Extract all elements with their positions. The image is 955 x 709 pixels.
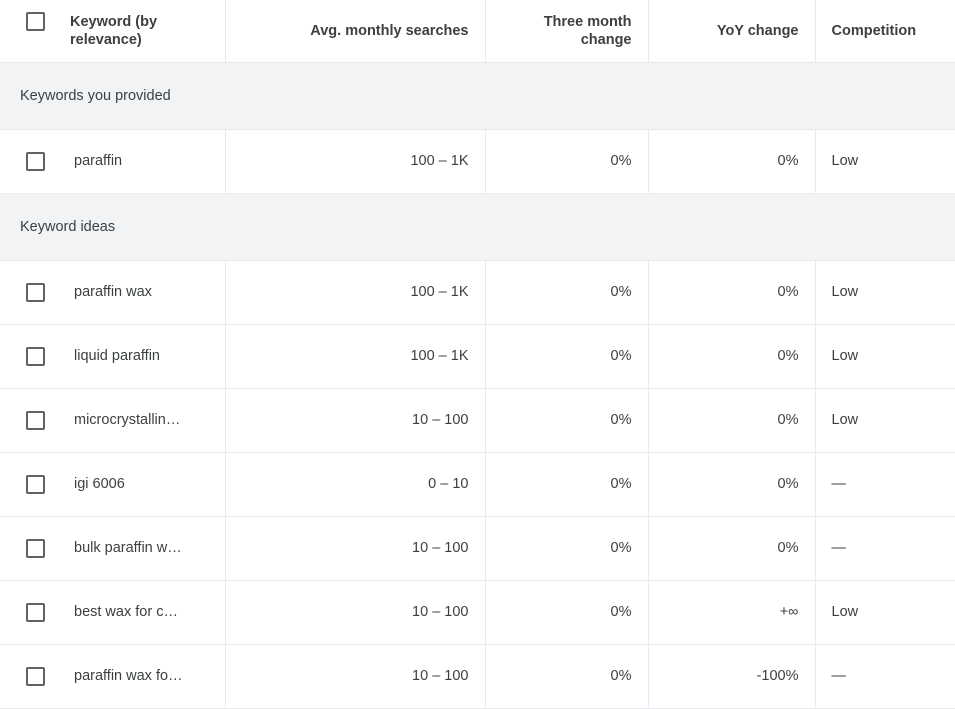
row-checkbox-cell[interactable] [0, 151, 70, 171]
keyword-label[interactable]: bulk paraffin w… [70, 540, 182, 556]
table-cell-yoy-change: +∞ [648, 580, 816, 645]
table-cell-avg-monthly-searches: 10 – 100 [225, 388, 486, 453]
table-cell-yoy-change: 0% [648, 324, 816, 389]
table-cell-keyword[interactable]: paraffin wax fo… [0, 644, 226, 709]
table-cell-competition: Low [815, 580, 955, 645]
row-checkbox-cell[interactable] [0, 282, 70, 302]
row-checkbox[interactable] [25, 474, 45, 494]
row-checkbox[interactable] [25, 410, 45, 430]
table-cell-keyword[interactable]: microcrystallin… [0, 388, 226, 453]
table-cell-avg-monthly-searches: 10 – 100 [225, 580, 486, 645]
table-row[interactable]: microcrystallin… 10 – 100 0% 0% Low [0, 388, 955, 453]
column-header-avg-monthly-searches[interactable]: Avg. monthly searches [225, 0, 486, 63]
column-header-keyword[interactable]: Keyword (by relevance) [0, 0, 226, 63]
table-cell-yoy-change: -100% [648, 644, 816, 709]
row-checkbox[interactable] [25, 602, 45, 622]
table-cell-competition: — [815, 516, 955, 581]
table-cell-avg-monthly-searches: 10 – 100 [225, 516, 486, 581]
table-cell-avg-monthly-searches: 0 – 10 [225, 452, 486, 517]
row-checkbox-cell[interactable] [0, 538, 70, 558]
table-cell-yoy-change: 0% [648, 260, 816, 325]
table-cell-yoy-change: 0% [648, 129, 816, 194]
row-checkbox-cell[interactable] [0, 346, 70, 366]
table-section-header-row: Keyword ideas [0, 193, 955, 261]
keyword-label[interactable]: microcrystallin… [70, 412, 180, 428]
table-cell-yoy-change: 0% [648, 452, 816, 517]
table-cell-three-month-change: 0% [485, 388, 649, 453]
table-cell-avg-monthly-searches: 100 – 1K [225, 260, 486, 325]
table-cell-three-month-change: 0% [485, 516, 649, 581]
table-row[interactable]: paraffin 100 – 1K 0% 0% Low [0, 129, 955, 194]
table-row[interactable]: paraffin wax fo… 10 – 100 0% -100% — [0, 644, 955, 709]
select-all-checkbox-cell[interactable] [0, 12, 70, 32]
table-cell-keyword[interactable]: liquid paraffin [0, 324, 226, 389]
table-cell-competition: Low [815, 129, 955, 194]
row-checkbox[interactable] [25, 346, 45, 366]
row-checkbox-cell[interactable] [0, 474, 70, 494]
row-checkbox[interactable] [25, 282, 45, 302]
table-row[interactable]: igi 6006 0 – 10 0% 0% — [0, 452, 955, 517]
table-cell-competition: Low [815, 260, 955, 325]
table-cell-competition: Low [815, 388, 955, 453]
table-cell-keyword[interactable]: igi 6006 [0, 452, 226, 517]
table-body: Keywords you provided paraffin 100 – 1K 0% 0… [0, 62, 955, 709]
keyword-label[interactable]: paraffin wax [70, 284, 152, 300]
table-cell-yoy-change: 0% [648, 516, 816, 581]
table-row[interactable]: bulk paraffin w… 10 – 100 0% 0% — [0, 516, 955, 581]
row-checkbox[interactable] [25, 151, 45, 171]
table-cell-competition: Low [815, 324, 955, 389]
keyword-label[interactable]: paraffin wax fo… [70, 668, 183, 684]
column-header-yoy-change-label: YoY change [716, 22, 799, 39]
table-section-header-row: Keywords you provided [0, 62, 955, 130]
row-checkbox-cell[interactable] [0, 602, 70, 622]
column-header-keyword-label: Keyword (by relevance) [70, 14, 158, 49]
select-all-checkbox[interactable] [25, 12, 45, 32]
keyword-planner-table: Keyword (by relevance) Avg. monthly sear… [0, 0, 955, 709]
table-cell-three-month-change: 0% [485, 324, 649, 389]
table-cell-avg-monthly-searches: 10 – 100 [225, 644, 486, 709]
column-header-avg-monthly-searches-label: Avg. monthly searches [310, 22, 469, 39]
table-cell-competition: — [815, 452, 955, 517]
column-header-competition-label: Competition [831, 22, 917, 39]
table-cell-three-month-change: 0% [485, 580, 649, 645]
table-cell-yoy-change: 0% [648, 388, 816, 453]
table-row[interactable]: best wax for c… 10 – 100 0% +∞ Low [0, 580, 955, 645]
keyword-label[interactable]: best wax for c… [70, 604, 178, 620]
table-cell-keyword[interactable]: paraffin [0, 129, 226, 194]
keyword-label[interactable]: paraffin [70, 153, 122, 169]
table-section-header-label: Keywords you provided [0, 62, 955, 130]
column-header-competition[interactable]: Competition [815, 0, 955, 63]
table-cell-three-month-change: 0% [485, 260, 649, 325]
table-cell-keyword[interactable]: best wax for c… [0, 580, 226, 645]
keyword-label[interactable]: liquid paraffin [70, 348, 160, 364]
table-cell-three-month-change: 0% [485, 452, 649, 517]
table-header-row: Keyword (by relevance) Avg. monthly sear… [0, 0, 955, 63]
table-row[interactable]: liquid paraffin 100 – 1K 0% 0% Low [0, 324, 955, 389]
keyword-label[interactable]: igi 6006 [70, 476, 125, 492]
column-header-three-month-change[interactable]: Three month change [485, 0, 649, 63]
table-cell-keyword[interactable]: paraffin wax [0, 260, 226, 325]
row-checkbox[interactable] [25, 666, 45, 686]
table-cell-competition: — [815, 644, 955, 709]
row-checkbox[interactable] [25, 538, 45, 558]
table-cell-three-month-change: 0% [485, 129, 649, 194]
table-cell-avg-monthly-searches: 100 – 1K [225, 324, 486, 389]
table-cell-keyword[interactable]: bulk paraffin w… [0, 516, 226, 581]
table-row[interactable]: paraffin wax 100 – 1K 0% 0% Low [0, 260, 955, 325]
row-checkbox-cell[interactable] [0, 666, 70, 686]
table-section-header-label: Keyword ideas [0, 193, 955, 261]
table-cell-avg-monthly-searches: 100 – 1K [225, 129, 486, 194]
table-cell-three-month-change: 0% [485, 644, 649, 709]
table-header: Keyword (by relevance) Avg. monthly sear… [0, 0, 955, 63]
column-header-yoy-change[interactable]: YoY change [648, 0, 816, 63]
row-checkbox-cell[interactable] [0, 410, 70, 430]
column-header-three-month-change-label: Three month change [543, 13, 632, 48]
